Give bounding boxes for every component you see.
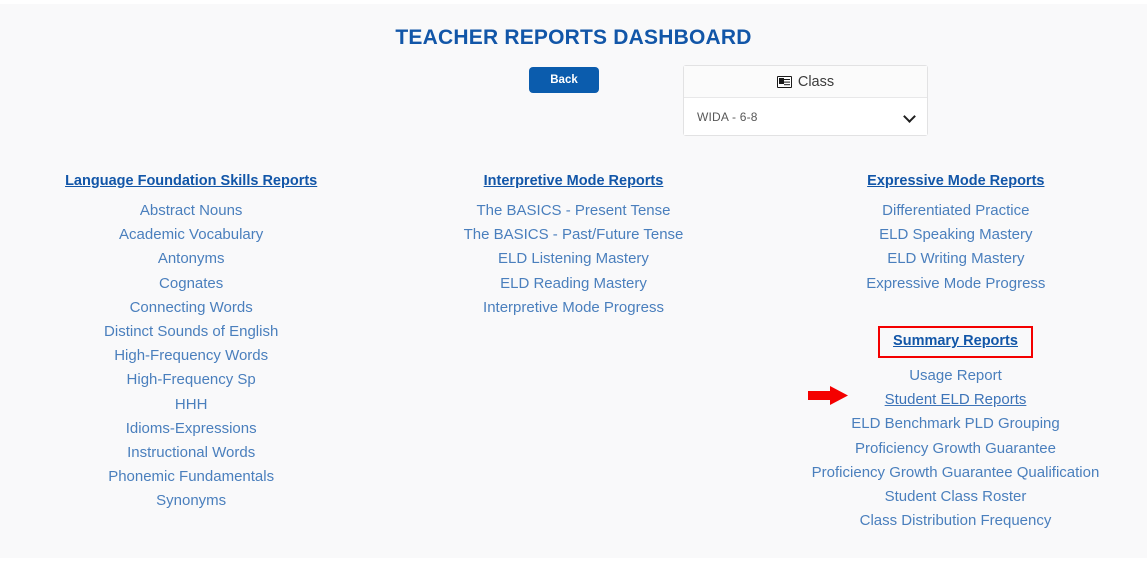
class-selector-card: Class WIDA - 6-8 bbox=[683, 65, 928, 136]
report-link[interactable]: High-Frequency Sp bbox=[0, 368, 382, 392]
report-link[interactable]: The BASICS - Past/Future Tense bbox=[382, 223, 764, 247]
report-link[interactable]: Synonyms bbox=[0, 489, 382, 513]
report-link[interactable]: The BASICS - Present Tense bbox=[382, 199, 764, 223]
class-select[interactable]: WIDA - 6-8 bbox=[684, 98, 927, 135]
report-link[interactable]: Abstract Nouns bbox=[0, 199, 382, 223]
summary-reports-highlight-box: Summary Reports bbox=[878, 326, 1033, 358]
class-card-header: Class bbox=[684, 66, 927, 98]
back-button[interactable]: Back bbox=[529, 67, 599, 93]
report-list-expressive-mode: Differentiated Practice ELD Speaking Mas… bbox=[765, 199, 1147, 296]
report-link[interactable]: Proficiency Growth Guarantee Qualificati… bbox=[764, 461, 1147, 485]
report-list-language-foundation-skills: Abstract Nouns Academic Vocabulary Anton… bbox=[0, 199, 382, 514]
report-link[interactable]: Class Distribution Frequency bbox=[764, 509, 1147, 533]
dashboard-panel: TEACHER REPORTS DASHBOARD Back Class WID… bbox=[0, 4, 1147, 558]
class-select-value: WIDA - 6-8 bbox=[697, 109, 758, 124]
report-link[interactable]: Instructional Words bbox=[0, 441, 382, 465]
class-card-label: Class bbox=[797, 73, 835, 90]
id-card-icon bbox=[776, 75, 792, 88]
column-interpretive-mode: Interpretive Mode Reports The BASICS - P… bbox=[382, 172, 764, 514]
report-link[interactable]: ELD Listening Mastery bbox=[382, 247, 764, 271]
report-link[interactable]: Differentiated Practice bbox=[765, 199, 1147, 223]
report-link[interactable]: Expressive Mode Progress bbox=[765, 272, 1147, 296]
chevron-down-icon bbox=[904, 111, 915, 122]
section-heading-expressive-mode[interactable]: Expressive Mode Reports bbox=[867, 172, 1044, 191]
section-heading-language-foundation-skills[interactable]: Language Foundation Skills Reports bbox=[65, 172, 317, 191]
red-arrow-icon bbox=[808, 386, 848, 405]
report-link[interactable]: Connecting Words bbox=[0, 296, 382, 320]
summary-reports-section: Summary Reports Usage Report Student ELD… bbox=[764, 326, 1147, 533]
report-link[interactable]: Distinct Sounds of English bbox=[0, 320, 382, 344]
report-link[interactable]: ELD Speaking Mastery bbox=[765, 223, 1147, 247]
report-link[interactable]: Student Class Roster bbox=[764, 485, 1147, 509]
page-title: TEACHER REPORTS DASHBOARD bbox=[395, 26, 752, 49]
report-link[interactable]: Phonemic Fundamentals bbox=[0, 465, 382, 489]
report-link[interactable]: High-Frequency Words bbox=[0, 344, 382, 368]
report-link[interactable]: ELD Writing Mastery bbox=[765, 247, 1147, 271]
report-link[interactable]: Interpretive Mode Progress bbox=[382, 296, 764, 320]
report-link[interactable]: Idioms-Expressions bbox=[0, 417, 382, 441]
report-link[interactable]: Cognates bbox=[0, 272, 382, 296]
report-link[interactable]: ELD Benchmark PLD Grouping bbox=[764, 412, 1147, 436]
report-link[interactable]: Academic Vocabulary bbox=[0, 223, 382, 247]
report-link[interactable]: Proficiency Growth Guarantee bbox=[764, 437, 1147, 461]
section-heading-interpretive-mode[interactable]: Interpretive Mode Reports bbox=[484, 172, 664, 191]
report-link[interactable]: Antonyms bbox=[0, 247, 382, 271]
section-heading-summary-reports[interactable]: Summary Reports bbox=[893, 332, 1018, 351]
report-list-interpretive-mode: The BASICS - Present Tense The BASICS - … bbox=[382, 199, 764, 320]
report-link[interactable]: ELD Reading Mastery bbox=[382, 272, 764, 296]
column-language-foundation-skills: Language Foundation Skills Reports Abstr… bbox=[0, 172, 382, 514]
report-link[interactable]: Usage Report bbox=[764, 364, 1147, 388]
report-link[interactable]: HHH bbox=[0, 393, 382, 417]
